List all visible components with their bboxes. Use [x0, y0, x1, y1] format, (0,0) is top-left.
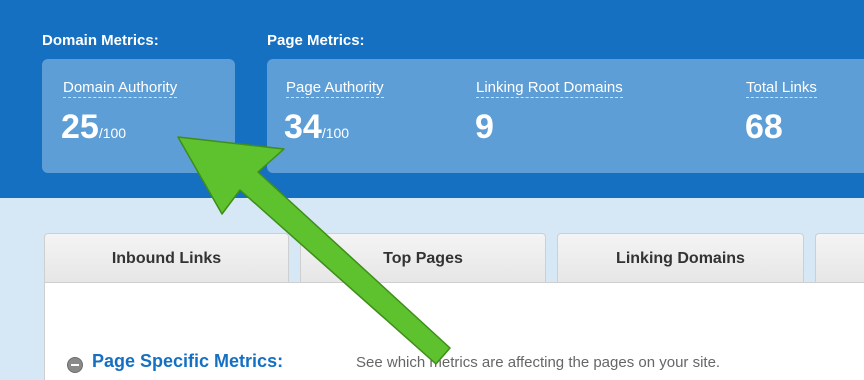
tab-top-pages[interactable]: Top Pages — [300, 233, 546, 283]
page-metrics-panel: Page Authority 34/100 Linking Root Domai… — [267, 59, 864, 173]
collapse-minus-icon[interactable] — [67, 357, 83, 373]
page-metrics-heading: Page Metrics: — [267, 32, 365, 49]
total-links-value: 68 — [745, 108, 783, 146]
total-links-label[interactable]: Total Links — [746, 79, 817, 98]
domain-authority-value: 25/100 — [61, 108, 127, 146]
tab-label: Inbound Links — [111, 249, 222, 267]
page-authority-value: 34/100 — [284, 108, 350, 146]
tab-label: Top Pages — [383, 249, 463, 267]
page-authority-label[interactable]: Page Authority — [286, 79, 384, 98]
domain-metrics-heading: Domain Metrics: — [42, 32, 159, 49]
page-specific-metrics-description: See which metrics are affecting the page… — [356, 354, 721, 371]
tab-label: Linking Domains — [616, 249, 745, 267]
page-specific-metrics-title[interactable]: Page Specific Metrics: — [92, 351, 283, 372]
tab-next-partial[interactable] — [815, 233, 864, 283]
tab-inbound-links[interactable]: Inbound Links — [44, 233, 289, 283]
linking-root-domains-label[interactable]: Linking Root Domains — [476, 79, 623, 98]
tab-linking-domains[interactable]: Linking Domains — [557, 233, 804, 283]
domain-metrics-panel: Domain Authority 25/100 — [42, 59, 235, 173]
linking-root-domains-value: 9 — [475, 108, 494, 146]
domain-authority-label[interactable]: Domain Authority — [63, 79, 178, 98]
